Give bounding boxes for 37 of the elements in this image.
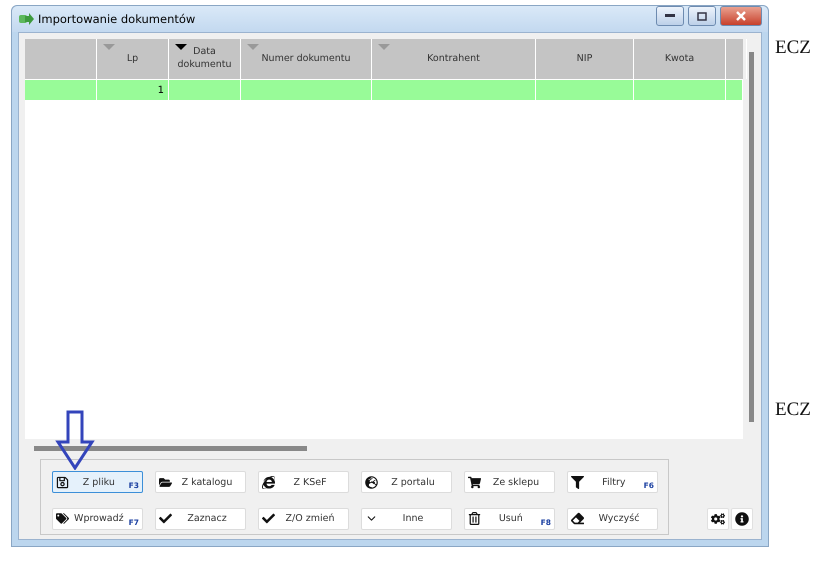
maximize-icon bbox=[697, 12, 707, 20]
globe-icon bbox=[365, 476, 378, 488]
gears-icon bbox=[711, 512, 725, 526]
minimize-button[interactable] bbox=[656, 6, 684, 26]
table-row[interactable]: 1 bbox=[25, 79, 743, 100]
minimize-icon bbox=[665, 14, 675, 18]
filter-icon bbox=[571, 476, 584, 488]
background-text: ECZ bbox=[775, 399, 811, 421]
import-icon bbox=[18, 13, 34, 25]
window-title: Importowanie dokumentów bbox=[38, 12, 196, 26]
info-button[interactable] bbox=[731, 508, 753, 530]
toolbar-button[interactable]: Wyczyść bbox=[567, 508, 658, 530]
close-button[interactable] bbox=[720, 6, 762, 26]
toolbar-button[interactable]: Z portalu bbox=[361, 471, 452, 493]
toolbar-button[interactable]: Ze sklepu bbox=[464, 471, 555, 493]
down-arrow-drawing bbox=[55, 410, 95, 470]
info-icon bbox=[735, 512, 749, 526]
maximize-button[interactable] bbox=[688, 6, 716, 26]
toolbar-button[interactable]: Z KSeF bbox=[258, 471, 349, 493]
vertical-scrollbar[interactable] bbox=[749, 52, 754, 422]
close-icon bbox=[735, 11, 747, 21]
background-text: ECZ bbox=[775, 37, 811, 59]
horizontal-scrollbar[interactable] bbox=[34, 446, 307, 451]
trash-icon bbox=[468, 512, 481, 525]
eraser-icon bbox=[571, 512, 584, 525]
toolbar-button[interactable]: Z/O zmień bbox=[258, 508, 349, 530]
table-cell: 1 bbox=[97, 80, 169, 100]
toolbar-button[interactable]: Inne bbox=[361, 508, 452, 530]
toolbar-button[interactable]: Zaznacz bbox=[155, 508, 246, 530]
letter-e-icon bbox=[262, 476, 275, 488]
tags-icon bbox=[56, 512, 69, 525]
settings-button[interactable] bbox=[707, 508, 729, 530]
folder-icon bbox=[159, 476, 172, 488]
check-icon bbox=[262, 512, 275, 525]
check-icon bbox=[159, 512, 172, 525]
toolbar-button[interactable]: Z katalogu bbox=[155, 471, 246, 493]
cart-icon bbox=[468, 476, 481, 488]
